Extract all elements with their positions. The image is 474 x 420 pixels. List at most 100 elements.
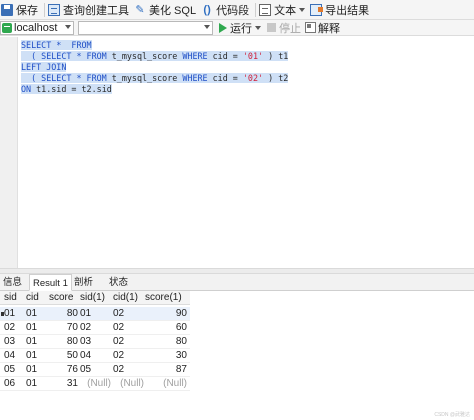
column-header[interactable]: sid xyxy=(4,291,17,305)
export-result-button[interactable]: 导出结果 xyxy=(309,0,373,20)
table-cell[interactable]: (Null) xyxy=(113,377,144,391)
explain-label: 解释 xyxy=(318,22,340,35)
table-row[interactable]: 05 01 76 05 02 87 xyxy=(0,363,190,377)
table-cell[interactable]: 80 xyxy=(49,335,78,349)
table-row[interactable]: 02 01 70 02 02 60 xyxy=(0,321,190,335)
tab-info[interactable]: 信息 xyxy=(0,274,25,291)
table-cell[interactable]: 05 xyxy=(4,363,15,377)
table-cell[interactable]: 80 xyxy=(49,307,78,321)
table-cell[interactable]: 50 xyxy=(49,349,78,363)
sql-identifier: t1.sid = t2.sid xyxy=(36,84,112,94)
code-line: ON t1.sid = t2.sid xyxy=(21,84,288,95)
column-header[interactable]: sid(1) xyxy=(80,291,105,305)
tab-result-1[interactable]: Result 1 xyxy=(29,274,72,291)
sql-string: '01' xyxy=(242,51,264,61)
stop-label: 停止 xyxy=(279,22,301,35)
sql-string: '02' xyxy=(242,73,264,83)
table-cell[interactable]: 02 xyxy=(113,349,124,363)
table-cell[interactable]: 80 xyxy=(145,335,187,349)
table-row[interactable]: 01 01 80 01 02 90 xyxy=(0,307,190,321)
column-header[interactable]: score(1) xyxy=(145,291,182,305)
table-cell[interactable]: 02 xyxy=(80,321,91,335)
tab-status[interactable]: 状态 xyxy=(106,274,131,291)
table-cell[interactable]: 02 xyxy=(113,307,124,321)
table-cell[interactable]: 31 xyxy=(49,377,78,391)
table-cell[interactable]: 02 xyxy=(113,321,124,335)
sql-identifier: ) t1 xyxy=(263,51,289,61)
explain-icon xyxy=(305,22,316,33)
watermark: CSDN @武雅达 xyxy=(434,412,470,418)
table-cell[interactable]: 90 xyxy=(145,307,187,321)
table-row[interactable]: 06 01 31 (Null) (Null) (Null) xyxy=(0,377,190,391)
query-builder-button[interactable]: 查询创建工具 xyxy=(47,0,133,20)
connection-icon xyxy=(2,22,12,33)
connection-name: localhost xyxy=(14,21,58,34)
sql-identifier: t_mysql_score xyxy=(111,51,183,61)
connection-select[interactable]: localhost xyxy=(0,20,74,35)
table-cell[interactable]: 01 xyxy=(26,349,37,363)
table-cell[interactable]: 04 xyxy=(4,349,15,363)
table-header: sid cid score sid(1) cid(1) score(1) xyxy=(0,291,190,305)
table-cell[interactable]: 04 xyxy=(80,349,91,363)
table-cell[interactable]: 01 xyxy=(26,363,37,377)
export-icon xyxy=(310,3,324,16)
code-line: SELECT * FROM xyxy=(21,40,288,51)
tab-profile[interactable]: 剖析 xyxy=(71,274,96,291)
beautify-sql-label: 美化 SQL xyxy=(149,4,197,17)
save-icon xyxy=(1,3,13,16)
database-select[interactable] xyxy=(78,20,213,35)
code-snippet-icon: () xyxy=(203,3,211,16)
table-cell[interactable]: 06 xyxy=(4,377,15,391)
sql-editor[interactable]: SELECT * FROM ( SELECT * FROM t_mysql_sc… xyxy=(0,37,474,268)
text-icon xyxy=(259,3,272,16)
stop-button[interactable]: 停止 xyxy=(267,20,301,36)
text-button[interactable]: 文本 xyxy=(258,0,309,20)
chevron-down-icon xyxy=(255,25,261,30)
chevron-down-icon xyxy=(65,24,71,29)
play-icon xyxy=(219,22,227,33)
table-cell[interactable]: 03 xyxy=(80,335,91,349)
table-cell[interactable]: 87 xyxy=(145,363,187,377)
table-cell[interactable]: 70 xyxy=(49,321,78,335)
table-cell[interactable]: 01 xyxy=(26,377,37,391)
code-snippet-button[interactable]: () 代码段 xyxy=(200,0,253,20)
table-cell[interactable]: 01 xyxy=(26,321,37,335)
table-cell[interactable]: 02 xyxy=(113,363,124,377)
explain-button[interactable]: 解释 xyxy=(305,20,340,36)
table-row[interactable]: 03 01 80 03 02 80 xyxy=(0,335,190,349)
table-row[interactable]: 04 01 50 04 02 30 xyxy=(0,349,190,363)
table-cell[interactable]: 76 xyxy=(49,363,78,377)
result-grid[interactable]: sid cid score sid(1) cid(1) score(1) 01 01 80 01 0… xyxy=(0,291,474,420)
table-cell[interactable]: 03 xyxy=(4,335,15,349)
stop-icon xyxy=(267,23,276,32)
column-header[interactable]: cid(1) xyxy=(113,291,138,305)
table-cell[interactable]: 60 xyxy=(145,321,187,335)
connection-bar: localhost 运行 停止 解释 xyxy=(0,20,474,36)
table-cell[interactable]: 01 xyxy=(26,335,37,349)
sql-keyword: ( SELECT * FROM xyxy=(21,51,112,61)
table-cell[interactable]: 01 xyxy=(80,307,91,321)
sql-keyword: FROM xyxy=(66,40,92,50)
table-cell[interactable]: 01 xyxy=(4,307,15,321)
beautify-sql-button[interactable]: ✎ 美化 SQL xyxy=(133,0,200,20)
save-button[interactable]: 保存 xyxy=(0,0,42,20)
sql-identifier: ) t2 xyxy=(263,73,289,83)
column-header[interactable]: score xyxy=(49,291,73,305)
toolbar-divider xyxy=(44,2,45,17)
query-builder-icon xyxy=(48,3,60,16)
column-header[interactable]: cid xyxy=(26,291,39,305)
table-cell[interactable]: 30 xyxy=(145,349,187,363)
chevron-down-icon xyxy=(204,24,210,29)
table-cell[interactable]: (Null) xyxy=(145,377,187,391)
table-cell[interactable]: 01 xyxy=(26,307,37,321)
run-button[interactable]: 运行 xyxy=(219,20,261,36)
table-cell[interactable]: 02 xyxy=(4,321,15,335)
code-line: ( SELECT * FROM t_mysql_score WHERE cid … xyxy=(21,51,289,62)
beautify-icon: ✎ xyxy=(135,3,145,16)
table-cell[interactable]: 02 xyxy=(113,335,124,349)
query-builder-label: 查询创建工具 xyxy=(63,4,129,17)
sql-keyword: ON xyxy=(21,84,37,94)
sql-code[interactable]: SELECT * FROM ( SELECT * FROM t_mysql_sc… xyxy=(21,40,289,95)
table-cell[interactable]: 05 xyxy=(80,363,91,377)
table-cell[interactable]: (Null) xyxy=(80,377,111,391)
